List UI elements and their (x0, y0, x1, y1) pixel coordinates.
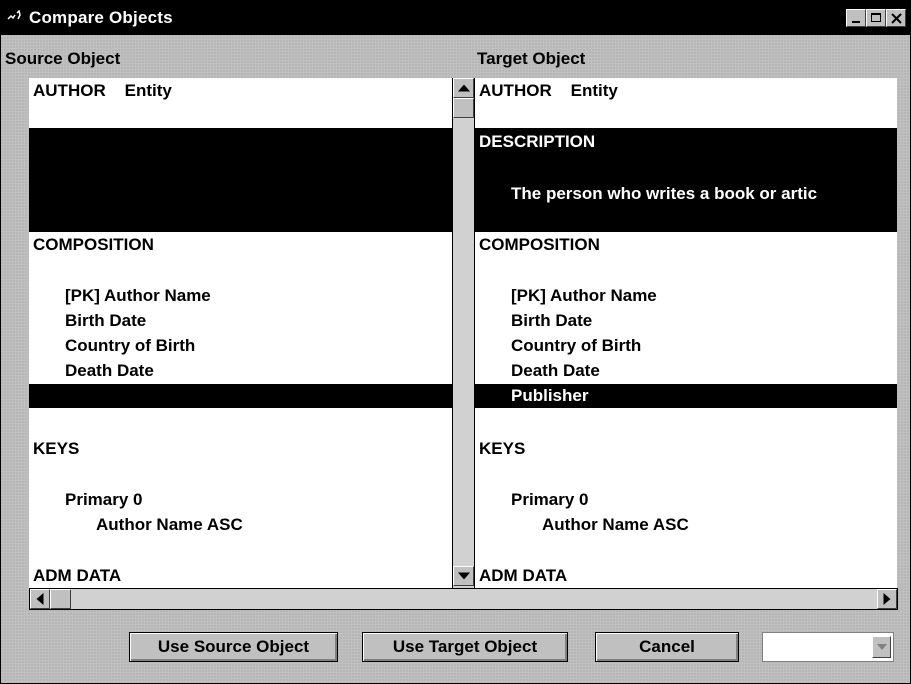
source-attribute: [PK] Author Name (65, 286, 211, 305)
target-attribute: Death Date (511, 361, 600, 380)
source-attribute: Death Date (65, 361, 154, 380)
arrow-down-icon (457, 572, 470, 580)
arrow-right-icon (883, 593, 891, 605)
options-combobox[interactable] (762, 632, 894, 662)
use-source-object-button[interactable]: Use Source Object (129, 632, 338, 662)
source-keys-heading: KEYS (33, 439, 80, 458)
source-adm-heading: ADM DATA (33, 566, 122, 585)
source-attribute: Birth Date (65, 311, 147, 330)
target-attribute: [PK] Author Name (511, 286, 657, 305)
arrow-left-icon (36, 593, 44, 605)
maximize-button[interactable] (866, 9, 886, 27)
cancel-button[interactable]: Cancel (595, 632, 739, 662)
target-attribute: Country of Birth (511, 336, 642, 355)
chevron-down-icon (876, 644, 887, 650)
app-icon[interactable] (7, 10, 23, 24)
arrow-up-icon (457, 84, 470, 92)
source-entity-header: AUTHOR Entity (33, 81, 172, 100)
target-keys-heading: KEYS (479, 439, 526, 458)
target-description-text: The person who writes a book or artic (511, 184, 818, 203)
target-object-pane[interactable]: AUTHOR Entity DESCRIPTION The person who… (475, 78, 897, 588)
close-icon (891, 13, 902, 24)
source-key-name: Primary 0 (65, 490, 143, 509)
target-attribute: Birth Date (511, 311, 593, 330)
close-button[interactable] (886, 9, 906, 27)
source-object-pane[interactable]: AUTHOR Entity COMPOSITION [PK] Author Na… (29, 78, 452, 588)
target-extra-attribute: Publisher (511, 386, 589, 405)
source-attribute: Country of Birth (65, 336, 196, 355)
source-composition-heading: COMPOSITION (33, 235, 154, 254)
horizontal-scroll-thumb[interactable] (50, 589, 71, 609)
horizontal-scrollbar[interactable] (29, 588, 898, 610)
scroll-left-button[interactable] (30, 589, 50, 609)
window-title: Compare Objects (29, 8, 173, 27)
title-bar[interactable]: Compare Objects (1, 1, 910, 35)
target-entity-header: AUTHOR Entity (479, 81, 618, 100)
vertical-scrollbar[interactable] (452, 78, 475, 588)
source-missing-attribute-gap (29, 384, 452, 408)
scroll-right-button[interactable] (877, 589, 897, 609)
minimize-button[interactable] (846, 9, 866, 27)
target-key-column: Author Name ASC (542, 515, 689, 534)
use-target-object-button[interactable]: Use Target Object (362, 632, 568, 662)
source-description-gap (29, 128, 452, 232)
target-composition-heading: COMPOSITION (479, 235, 600, 254)
compare-objects-window: Compare Objects Source Object Target Obj… (0, 0, 911, 684)
target-key-name: Primary 0 (511, 490, 589, 509)
minimize-icon (852, 21, 860, 23)
source-key-column: Author Name ASC (96, 515, 243, 534)
scroll-up-button[interactable] (453, 78, 474, 98)
scroll-down-button[interactable] (453, 566, 474, 586)
maximize-icon (871, 13, 881, 22)
target-description-heading: DESCRIPTION (479, 132, 596, 151)
vertical-scroll-thumb[interactable] (453, 98, 474, 118)
combobox-dropdown-button[interactable] (872, 636, 891, 658)
source-object-label: Source Object (5, 49, 121, 68)
target-object-label: Target Object (477, 49, 586, 68)
target-adm-heading: ADM DATA (479, 566, 568, 585)
